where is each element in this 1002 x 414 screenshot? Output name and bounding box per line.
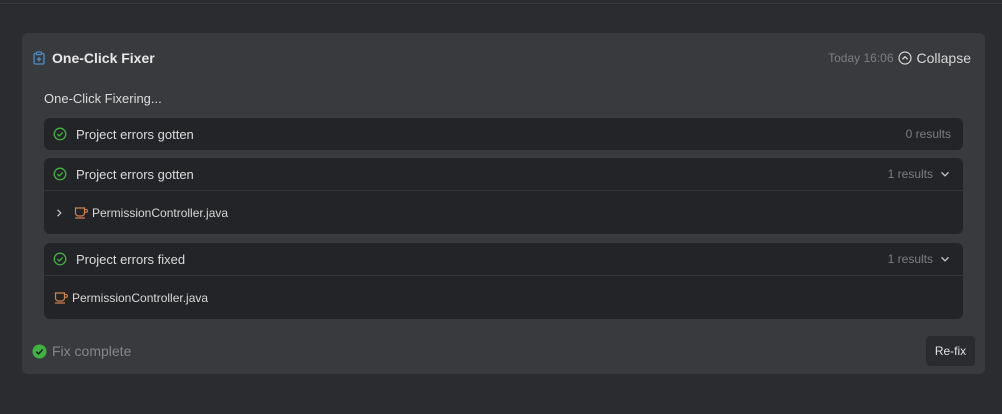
step-header[interactable]: Project errors gotten 1 results	[44, 158, 963, 190]
one-click-fixer-card: One-Click Fixer Today 16:06 Collapse One…	[22, 33, 985, 374]
check-circle-filled-icon	[32, 344, 47, 359]
step-label: Project errors gotten	[76, 166, 194, 182]
file-name: PermissionController.java	[92, 205, 229, 220]
chevron-down-icon[interactable]	[939, 253, 951, 265]
step-project-errors-gotten-1: Project errors gotten 0 results	[44, 118, 963, 150]
step-body: PermissionController.java	[44, 191, 963, 234]
results-count: 1 results	[887, 252, 933, 266]
chevron-right-icon[interactable]	[54, 208, 64, 218]
check-circle-icon	[53, 127, 67, 141]
java-cup-icon	[54, 291, 68, 304]
collapse-button[interactable]: Collapse	[897, 50, 971, 66]
results-count: 0 results	[905, 127, 951, 141]
step-body: PermissionController.java	[44, 276, 963, 319]
chevron-down-icon[interactable]	[939, 168, 951, 180]
step-label: Project errors gotten	[76, 126, 194, 142]
file-row-permission-controller[interactable]: PermissionController.java	[54, 206, 228, 220]
step-header: Project errors gotten 0 results	[44, 118, 963, 150]
file-row-permission-controller[interactable]: PermissionController.java	[54, 291, 208, 305]
step-label: Project errors fixed	[76, 251, 186, 267]
top-divider	[0, 3, 1002, 4]
progress-status-text: One-Click Fixering...	[44, 91, 162, 106]
chevron-up-circle-icon	[897, 51, 912, 65]
java-cup-icon	[74, 206, 88, 219]
collapse-label: Collapse	[916, 50, 971, 66]
results-count: 1 results	[887, 167, 933, 181]
fix-complete-status: Fix complete	[32, 343, 131, 359]
card-title: One-Click Fixer	[52, 50, 155, 66]
fix-complete-label: Fix complete	[52, 343, 132, 359]
refix-button[interactable]: Re-fix	[926, 336, 975, 366]
clipboard-plus-icon	[32, 51, 46, 65]
card-header: One-Click Fixer Today 16:06 Collapse	[32, 48, 971, 68]
step-project-errors-gotten-2: Project errors gotten 1 results Permissi…	[44, 158, 963, 234]
timestamp: Today 16:06	[828, 51, 894, 65]
step-header[interactable]: Project errors fixed 1 results	[44, 243, 963, 275]
check-circle-icon	[53, 252, 67, 266]
step-project-errors-fixed: Project errors fixed 1 results Permissio…	[44, 243, 963, 319]
check-circle-icon	[53, 167, 67, 181]
file-name: PermissionController.java	[72, 290, 209, 305]
